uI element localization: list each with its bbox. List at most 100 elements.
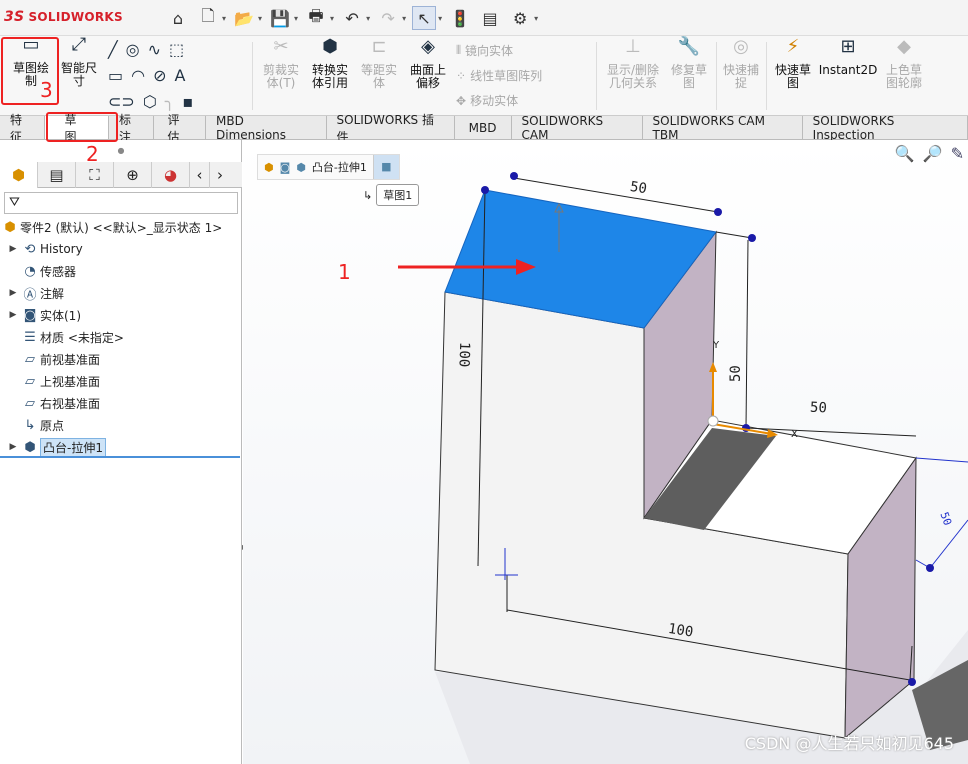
display-manager-tab-icon[interactable]: ◕ [152,162,190,188]
select-icon[interactable]: ↖ [412,6,437,30]
linear-pattern-button[interactable]: ⁘ 线性草图阵列 [456,67,542,84]
tab-solidworks-cam[interactable]: SOLIDWORKS CAM [511,114,643,142]
tab-features[interactable]: 特征 [0,113,45,144]
tree-item-history[interactable]: ▶ ⟲ History [0,238,242,260]
tree-root[interactable]: ⬢ 零件2 (默认) <<默认>_显示状态 1> [0,216,242,238]
tab-mbd[interactable]: MBD [454,116,512,139]
tab-solidworks-inspection[interactable]: SOLIDWORKS Inspection [802,114,968,142]
tabs-scroll-left-icon[interactable]: ‹ [190,162,210,188]
instant2d-button[interactable]: ⊞ Instant2D [819,38,878,77]
tree-item-right-plane[interactable]: ▱ 右视基准面 [0,392,242,414]
feature-tree: ⬢ 零件2 (默认) <<默认>_显示状态 1> ▶ ⟲ History ◔ 传感器 ▶… [0,216,242,458]
redo-icon[interactable]: ↷ [376,6,400,30]
feature-manager-tab-icon[interactable]: ⬢ [0,162,38,188]
tab-evaluate[interactable]: 评估 [153,113,206,144]
dim-right-50[interactable]: 50 [937,510,954,527]
graphics-area[interactable]: 🔍 🔎 ✎ ⬢ ◙ ⬢ 凸台-拉伸1 ■ ↳ 草图1 50 100 50 50 … [243,140,968,764]
circle-icon[interactable]: ◎ [126,40,140,59]
slot-icon[interactable]: ⊂⊃ [108,92,135,111]
text-icon[interactable]: A [175,66,186,85]
dimxpert-tab-icon[interactable]: ⊕ [114,162,152,188]
snap-icon: ◎ [733,36,749,57]
dim-vertical-50[interactable]: 50 [728,365,744,382]
tab-mbd-dimensions[interactable]: MBD Dimensions [206,114,327,142]
sketch-tools-row2: ▭ ◠ ⊘ A [108,66,185,85]
expand-arrow-icon[interactable]: ▶ [6,244,20,254]
tree-item-solid-bodies[interactable]: ▶ ◙ 实体(1) [0,304,242,326]
line-icon[interactable]: ╱ [108,40,118,59]
property-manager-tab-icon[interactable]: ▤ [38,162,76,188]
spline-icon[interactable]: ∿ [148,40,161,59]
shaded-contour-icon: ◆ [897,36,911,57]
ribbon-separator [252,42,253,110]
quick-snaps-button[interactable]: ◎ 快速捕 捉 [718,36,764,90]
ribbon-separator [766,42,767,110]
tabs-scroll-right-icon[interactable]: › [210,162,230,188]
dim-step-50[interactable]: 50 [810,400,828,417]
options-gear-icon[interactable]: ⚙ [508,6,532,30]
expand-arrow-icon[interactable]: ▶ [6,442,20,452]
plane-icon: ▱ [25,395,35,411]
dim-top-50[interactable]: 50 [629,179,648,197]
panel-grip-icon[interactable]: ● [0,146,242,155]
file-properties-icon[interactable]: ▤ [478,6,502,30]
command-manager-ribbon: ▭ 草图绘 制 ⤢ 智能尺 寸 ╱ ◎ ∿ ⬚ ▭ ◠ ⊘ A ⊂⊃ ⬡ ╮ ▪ ✂ 剪裁实 体(… [0,36,968,116]
sketch-tools-row1: ╱ ◎ ∿ ⬚ [108,40,184,59]
offset-on-surface-icon: ◈ [421,36,435,57]
print-icon[interactable]: 🖶 [304,6,328,30]
quick-access-toolbar: ⌂ 🗋 ▾ 📂 ▾ 💾 ▾ 🖶 ▾ ↶ ▾ ↷ ▾ ↖ ▾ 🚦 ▤ ⚙ ▾ [166,4,538,32]
tab-solidworks-cam-tbm[interactable]: SOLIDWORKS CAM TBM [642,114,803,142]
arc-icon[interactable]: ◠ [131,66,145,85]
tree-filter-input[interactable]: ⛛ [4,192,238,214]
rectangle-icon[interactable]: ▭ [108,66,123,85]
ellipse-icon[interactable]: ⊘ [153,66,166,85]
watermark: CSDN @人生若只如初见645 [744,734,954,753]
tree-item-front-plane[interactable]: ▱ 前视基准面 [0,348,242,370]
traffic-light-icon[interactable]: 🚦 [448,6,472,30]
new-file-icon[interactable]: 🗋 [196,6,220,30]
annotation-box-tab [46,112,118,142]
model-view[interactable]: 50 100 50 50 50 100 Y X [243,140,968,764]
tree-item-annotations[interactable]: ▶ Ⓐ 注解 [0,282,242,304]
fillet-icon[interactable]: ╮ [165,92,175,111]
tree-item-origin[interactable]: ↳ 原点 [0,414,242,436]
point-icon[interactable]: ▪ [182,92,193,111]
tree-item-boss-extrude[interactable]: ▶ ⬢ 凸台-拉伸1 [0,436,242,458]
annotation-number-2: 2 [86,142,99,166]
annotation-icon: Ⓐ [23,287,37,303]
annotation-number-3: 3 [40,78,53,102]
move-entities-button[interactable]: ✥ 移动实体 [456,92,518,109]
offset-on-surface-button[interactable]: ◈ 曲面上 偏移 [404,36,452,90]
expand-arrow-icon[interactable]: ▶ [6,310,20,320]
sensor-icon: ◔ [24,263,36,279]
part-icon: ⬢ [4,219,16,235]
repair-icon: 🔧 [677,36,701,57]
mirror-entities-button[interactable]: ⫴ 镜向实体 [456,42,513,59]
expand-arrow-icon[interactable]: ▶ [6,288,20,298]
solid-body-icon: ◙ [23,307,37,323]
title-bar: 3S SOLIDWORKS ⌂ 🗋 ▾ 📂 ▾ 💾 ▾ 🖶 ▾ ↶ ▾ ↷ ▾ ↖ ▾ 🚦 ▤ … [0,0,968,36]
construction-geometry-icon[interactable]: ⬚ [169,40,184,59]
convert-entities-button[interactable]: ⬢ 转换实 体引用 [306,38,354,90]
home-icon[interactable]: ⌂ [166,6,190,30]
shaded-sketch-contours-button[interactable]: ◆ 上色草 图轮廓 [878,36,930,90]
trim-entities-button[interactable]: ✂ 剪裁实 体(T) [258,38,304,90]
smart-dimension-button[interactable]: ⤢ 智能尺 寸 [58,36,100,88]
tab-solidworks-addins[interactable]: SOLIDWORKS 插件 [326,113,455,144]
open-file-icon[interactable]: 📂 [232,6,256,30]
offset-entities-button[interactable]: ⊏ 等距实 体 [356,38,402,90]
relations-icon: ⊥ [625,36,641,57]
solidworks-logo[interactable]: 3S SOLIDWORKS [4,9,123,25]
repair-sketch-button[interactable]: 🔧 修复草 图 [666,36,712,90]
plane-icon: ▱ [25,351,35,367]
rapid-sketch-button[interactable]: ⚡ 快速草 图 [770,38,816,90]
save-icon[interactable]: 💾 [268,6,292,30]
dim-left-100[interactable]: 100 [455,342,472,368]
undo-icon[interactable]: ↶ [340,6,364,30]
tree-item-material[interactable]: ☰ 材质 <未指定> [0,326,242,348]
tree-item-sensors[interactable]: ◔ 传感器 [0,260,242,282]
display-relations-button[interactable]: ⊥ 显示/删除 几何关系 [602,36,664,90]
polygon-icon[interactable]: ⬡ [143,92,157,111]
panel-tabs: ⬢ ▤ ⛶ ⊕ ◕ ‹ › [0,162,242,188]
tree-item-top-plane[interactable]: ▱ 上视基准面 [0,370,242,392]
